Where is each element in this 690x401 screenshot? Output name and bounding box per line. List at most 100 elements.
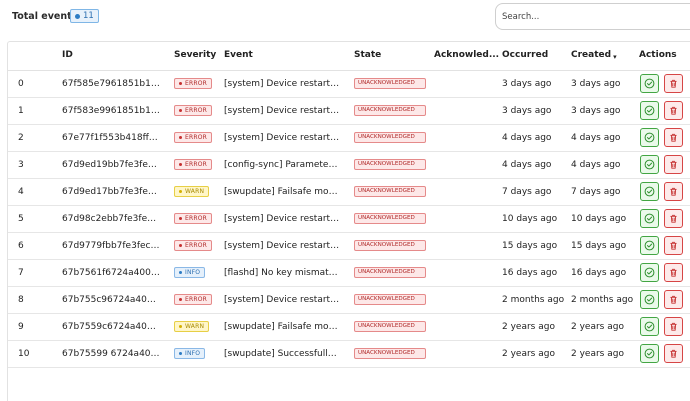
severity-label: ERROR bbox=[185, 215, 208, 222]
badge-dot-icon bbox=[75, 13, 80, 19]
state-cell: UNACKNOWLEDGED bbox=[354, 132, 426, 146]
delete-button[interactable] bbox=[664, 182, 683, 201]
column-header-severity[interactable]: Severity bbox=[174, 50, 216, 60]
table-row[interactable]: 5 67d98c2ebb7fe3fec740... ERROR [system] De… bbox=[8, 206, 690, 233]
created-time: 15 days ago bbox=[571, 241, 627, 251]
acknowledge-button[interactable] bbox=[640, 182, 659, 201]
acknowledge-button[interactable] bbox=[640, 263, 659, 282]
check-circle-icon bbox=[644, 105, 655, 116]
trash-icon bbox=[668, 240, 679, 251]
state-cell: UNACKNOWLEDGED bbox=[354, 321, 426, 335]
table-row[interactable]: 10 67b75599 6724a4009a0... INFO [swupdate] … bbox=[8, 341, 690, 368]
row-index: 6 bbox=[18, 241, 24, 251]
delete-button[interactable] bbox=[664, 101, 683, 120]
delete-button[interactable] bbox=[664, 263, 683, 282]
row-actions bbox=[640, 236, 683, 255]
occurred-time: 15 days ago bbox=[502, 241, 558, 251]
check-circle-icon bbox=[644, 240, 655, 251]
trash-icon bbox=[668, 213, 679, 224]
state-badge: UNACKNOWLEDGED bbox=[354, 186, 426, 197]
event-id: 67d9779fbb7fe3fec73e... bbox=[62, 241, 160, 251]
created-time: 3 days ago bbox=[571, 106, 621, 116]
acknowledge-button[interactable] bbox=[640, 155, 659, 174]
event-id: 67b7561f6724a4009a0... bbox=[62, 268, 160, 278]
row-index: 10 bbox=[18, 349, 30, 359]
table-row[interactable]: 2 67e77f1f553b418ff8d3d... ERROR [system] D… bbox=[8, 125, 690, 152]
occurred-time: 4 days ago bbox=[502, 133, 552, 143]
trash-icon bbox=[668, 294, 679, 305]
total-events-count: 11 bbox=[83, 11, 94, 21]
occurred-time: 16 days ago bbox=[502, 268, 558, 278]
event-description: [system] Device restarted ... bbox=[224, 133, 340, 143]
created-time: 7 days ago bbox=[571, 187, 621, 197]
trash-icon bbox=[668, 78, 679, 89]
event-description: [system] Device restarted ... bbox=[224, 106, 340, 116]
table-row[interactable]: 7 67b7561f6724a4009a0... INFO [flashd] No k… bbox=[8, 260, 690, 287]
state-badge: UNACKNOWLEDGED bbox=[354, 267, 426, 278]
delete-button[interactable] bbox=[664, 74, 683, 93]
state-cell: UNACKNOWLEDGED bbox=[354, 348, 426, 362]
acknowledge-button[interactable] bbox=[640, 74, 659, 93]
delete-button[interactable] bbox=[664, 155, 683, 174]
acknowledge-button[interactable] bbox=[640, 344, 659, 363]
delete-button[interactable] bbox=[664, 317, 683, 336]
severity-dot-icon bbox=[179, 136, 182, 139]
severity-badge: ERROR bbox=[174, 105, 213, 116]
row-actions bbox=[640, 263, 683, 282]
column-header-occurred[interactable]: Occurred bbox=[502, 50, 548, 60]
acknowledge-button[interactable] bbox=[640, 209, 659, 228]
severity-label: ERROR bbox=[185, 296, 208, 303]
severity-cell: WARN bbox=[174, 321, 210, 332]
row-actions bbox=[640, 317, 683, 336]
column-header-event[interactable]: Event bbox=[224, 50, 253, 60]
state-cell: UNACKNOWLEDGED bbox=[354, 294, 426, 308]
severity-label: INFO bbox=[185, 350, 201, 357]
acknowledge-button[interactable] bbox=[640, 290, 659, 309]
state-badge: UNACKNOWLEDGED bbox=[354, 321, 426, 332]
severity-cell: ERROR bbox=[174, 240, 213, 251]
search-input[interactable] bbox=[495, 3, 690, 30]
row-actions bbox=[640, 128, 683, 147]
acknowledge-button[interactable] bbox=[640, 317, 659, 336]
event-id: 67d9ed17bb7fe3fec749... bbox=[62, 187, 160, 197]
delete-button[interactable] bbox=[664, 236, 683, 255]
table-row[interactable]: 3 67d9ed19bb7fe3fec749... ERROR [config-syn… bbox=[8, 152, 690, 179]
table-row[interactable]: 4 67d9ed17bb7fe3fec749... WARN [swupdate] F… bbox=[8, 179, 690, 206]
table-row[interactable]: 8 67b755c96724a4009a0... ERROR [system] Dev… bbox=[8, 287, 690, 314]
severity-badge: ERROR bbox=[174, 240, 213, 251]
severity-badge: INFO bbox=[174, 348, 206, 359]
row-index: 9 bbox=[18, 322, 24, 332]
occurred-time: 2 months ago bbox=[502, 295, 565, 305]
row-actions bbox=[640, 182, 683, 201]
acknowledge-button[interactable] bbox=[640, 236, 659, 255]
column-header-acknowledged[interactable]: Acknowled... bbox=[434, 50, 499, 60]
table-row[interactable]: 9 67b7559c6724a4009a0... WARN [swupdate] Fa… bbox=[8, 314, 690, 341]
severity-label: ERROR bbox=[185, 242, 208, 249]
row-index: 7 bbox=[18, 268, 24, 278]
table-row[interactable]: 6 67d9779fbb7fe3fec73e... ERROR [system] De… bbox=[8, 233, 690, 260]
state-cell: UNACKNOWLEDGED bbox=[354, 186, 426, 200]
column-header-created[interactable]: Created ▾ bbox=[571, 50, 617, 61]
table-row[interactable]: 1 67f583e9961851b1a058... ERROR [system] De… bbox=[8, 98, 690, 125]
delete-button[interactable] bbox=[664, 290, 683, 309]
acknowledge-button[interactable] bbox=[640, 101, 659, 120]
severity-label: WARN bbox=[185, 323, 205, 330]
table-row[interactable]: 0 67f585e7961851b1a058... ERROR [system] De… bbox=[8, 71, 690, 98]
created-time: 2 years ago bbox=[571, 349, 624, 359]
severity-badge: ERROR bbox=[174, 132, 213, 143]
check-circle-icon bbox=[644, 159, 655, 170]
delete-button[interactable] bbox=[664, 128, 683, 147]
trash-icon bbox=[668, 267, 679, 278]
state-badge: UNACKNOWLEDGED bbox=[354, 348, 426, 359]
severity-cell: INFO bbox=[174, 348, 206, 359]
state-cell: UNACKNOWLEDGED bbox=[354, 105, 426, 119]
total-events-badge: 11 bbox=[70, 9, 99, 23]
acknowledge-button[interactable] bbox=[640, 128, 659, 147]
column-header-id[interactable]: ID bbox=[62, 50, 73, 60]
delete-button[interactable] bbox=[664, 209, 683, 228]
event-id: 67e77f1f553b418ff8d3d... bbox=[62, 133, 160, 143]
column-header-state[interactable]: State bbox=[354, 50, 381, 60]
state-badge: UNACKNOWLEDGED bbox=[354, 159, 426, 170]
row-actions bbox=[640, 155, 683, 174]
delete-button[interactable] bbox=[664, 344, 683, 363]
